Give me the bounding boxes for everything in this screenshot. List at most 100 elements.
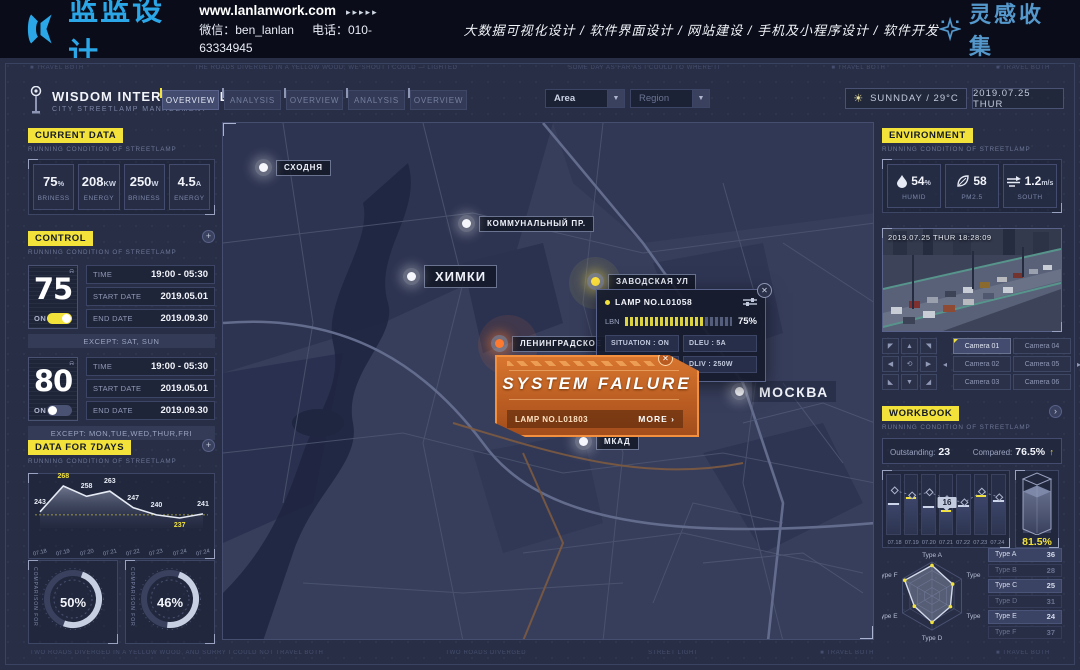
settings-sliders-icon[interactable]: [743, 297, 757, 307]
wechat-label: 微信：ben_lanlan: [199, 23, 294, 37]
map-pin-khimki[interactable]: ХИМКИ: [403, 265, 497, 288]
stat-briness-w: 250WBRINESS: [124, 164, 165, 210]
workbook-stats: Outstanding:23 Compared:76.5% ↑: [882, 438, 1062, 464]
schedule-end-row: END DATE2019.09.30: [86, 309, 215, 328]
weather-chip: ☀ SUNNDAY / 29°C: [845, 88, 967, 109]
banner-contact-block: www.lanlanwork.com▸▸▸▸▸ 微信：ben_lanlan电话：…: [199, 1, 393, 57]
panel-control: CONTROL RUNNING CONDITION OF STREETLAMP …: [28, 228, 215, 440]
svg-text:Type D: Type D: [922, 635, 943, 642]
bar-tooltip: 16: [938, 497, 957, 508]
svg-text:Type E: Type E: [882, 613, 898, 620]
alert-lamp-id: LAMP NO.L01803: [515, 415, 588, 424]
type-b-row[interactable]: Type B28: [988, 564, 1062, 578]
reset-view-button[interactable]: ⟲: [901, 356, 918, 372]
tab-analysis-2[interactable]: ANALYSIS: [348, 90, 405, 110]
camera-03-button[interactable]: Camera 03: [953, 374, 1011, 390]
type-a-row[interactable]: Type A36: [988, 548, 1062, 562]
camera-timestamp: 2019.07.25 THUR 18:28:09: [888, 233, 992, 242]
lbn-percent: 75%: [738, 316, 757, 327]
lamp-pin-icon: [491, 335, 508, 352]
pan-down-right-button[interactable]: ◢: [920, 374, 937, 390]
schedule-time-row: TIME19:00 - 05:30: [86, 265, 215, 284]
streetlamp-icon: [28, 86, 44, 116]
panel-badge: WORKBOOK: [882, 406, 959, 421]
region-dropdown[interactable]: Region ▼: [630, 89, 710, 108]
lamp-pin-icon: [458, 215, 475, 232]
workbook-bar[interactable]: [886, 474, 901, 535]
schedule-start-row: START DATE2019.05.01: [86, 287, 215, 306]
workbook-bar[interactable]: [974, 474, 989, 535]
pan-down-button[interactable]: ▼: [901, 374, 918, 390]
leaf-icon: [957, 175, 969, 187]
comparison-gauges: COMPARISON FOR 50% COMPARISON FOR 46%: [28, 560, 215, 644]
alert-title: SYSTEM FAILURE: [497, 374, 697, 394]
city-map[interactable]: СХОДНЯ КОММУНАЛЬНЫЙ ПР. ХИМКИ ЗАВОДСКАЯ …: [222, 122, 874, 640]
map-pin-moskva[interactable]: МОСКВА: [731, 381, 836, 402]
workbook-tank: 81.5%: [1015, 470, 1059, 548]
pan-up-right-button[interactable]: ◥: [920, 338, 937, 354]
add-schedule-button[interactable]: +: [202, 230, 215, 243]
system-failure-alert: ✕ SYSTEM FAILURE LAMP NO.L01803 MORE ›: [495, 355, 699, 437]
type-f-row[interactable]: Type F37: [988, 626, 1062, 640]
brightness-level-box: ⍾ 75 ON: [28, 265, 78, 329]
tab-overview-1[interactable]: OVERVIEW: [162, 90, 219, 110]
schedule-toggle[interactable]: [47, 313, 72, 324]
svg-text:Type B: Type B: [966, 572, 982, 579]
panel-badge: CONTROL: [28, 231, 93, 246]
camera-01-button[interactable]: Camera 01: [953, 338, 1011, 354]
workbook-bar[interactable]: [921, 474, 936, 535]
schedule-end-row: END DATE2019.09.30: [86, 401, 215, 420]
tab-analysis-1[interactable]: ANALYSIS: [224, 90, 281, 110]
map-pin-skhodnya[interactable]: СХОДНЯ: [255, 159, 331, 176]
svg-text:Type C: Type C: [966, 613, 982, 620]
lanlan-logo-icon: [26, 10, 60, 48]
camera-02-button[interactable]: Camera 02: [953, 356, 1011, 372]
schedule-block-1: ⍾ 75 ON TIME19:00 - 05:30 START DATE2019…: [28, 265, 215, 329]
sparkle-icon: [939, 16, 961, 42]
camera-04-button[interactable]: Camera 04: [1013, 338, 1071, 354]
workbook-bar[interactable]: [991, 474, 1006, 535]
tab-overview-2[interactable]: OVERVIEW: [286, 90, 343, 110]
brightness-bar[interactable]: [625, 317, 732, 326]
services-label: 大数据可视化设计 / 软件界面设计 / 网站建设 / 手机及小程序设计 / 软件…: [464, 20, 939, 39]
wind-icon: [1007, 176, 1021, 187]
schedule-toggle[interactable]: [47, 405, 72, 416]
map-pin-zavodskaya[interactable]: ЗАВОДСКАЯ УЛ: [587, 273, 696, 290]
map-pin-kommunalny[interactable]: КОММУНАЛЬНЫЙ ПР.: [458, 215, 594, 232]
camera-live-view[interactable]: 2019.07.25 THUR 18:28:09: [882, 228, 1062, 332]
chevron-down-icon: ▼: [607, 90, 624, 107]
pan-up-left-button[interactable]: ◤: [882, 338, 899, 354]
camera-controls: ◤ ▲ ◥ ◀ ⟲ ▶ ◣ ▼ ◢ ◂ Camera 01 Camera 02 …: [882, 338, 1062, 390]
date-chip: 2019.07.25 THUR: [972, 88, 1064, 109]
schedule-block-2: ⍾ 80 ON TIME19:00 - 05:30 START DATE2019…: [28, 357, 215, 421]
workbook-bar[interactable]: [956, 474, 971, 535]
schedule-start-row: START DATE2019.05.01: [86, 379, 215, 398]
panel-camera: 2019.07.25 THUR 18:28:09: [882, 228, 1062, 390]
camera-list-prev-icon[interactable]: ◂: [943, 360, 947, 369]
week-line-chart: 243268258263247240237241 07.1807.1907.20…: [28, 473, 215, 559]
more-button[interactable]: MORE ›: [638, 414, 675, 424]
camera-list: Camera 01 Camera 02 Camera 03 Camera 04 …: [953, 338, 1071, 390]
workbook-bar[interactable]: [904, 474, 919, 535]
week-chart-value-labels: 243268258263247240237241: [29, 474, 214, 558]
comparison-gauge-1: COMPARISON FOR 50%: [28, 560, 118, 644]
droplet-icon: [897, 175, 907, 188]
website-link[interactable]: www.lanlanwork.com: [199, 3, 336, 18]
inspiration-collect-link[interactable]: 灵感收集: [939, 0, 1054, 61]
chevron-right-icon[interactable]: ›: [1049, 405, 1062, 418]
type-e-row[interactable]: Type E24: [988, 610, 1062, 624]
camera-06-button[interactable]: Camera 06: [1013, 374, 1071, 390]
type-d-row[interactable]: Type D31: [988, 595, 1062, 609]
lamp-pin-icon: [731, 383, 748, 400]
pan-down-left-button[interactable]: ◣: [882, 374, 899, 390]
lamp-pin-icon: [587, 273, 604, 290]
area-dropdown[interactable]: Area ▼: [545, 89, 625, 108]
pan-left-button[interactable]: ◀: [882, 356, 899, 372]
pan-right-button[interactable]: ▶: [920, 356, 937, 372]
type-c-row[interactable]: Type C25: [988, 579, 1062, 593]
tab-overview-3[interactable]: OVERVIEW: [410, 90, 467, 110]
pan-up-button[interactable]: ▲: [901, 338, 918, 354]
close-icon[interactable]: ✕: [757, 283, 772, 298]
camera-05-button[interactable]: Camera 05: [1013, 356, 1071, 372]
expand-chart-button[interactable]: +: [202, 439, 215, 452]
